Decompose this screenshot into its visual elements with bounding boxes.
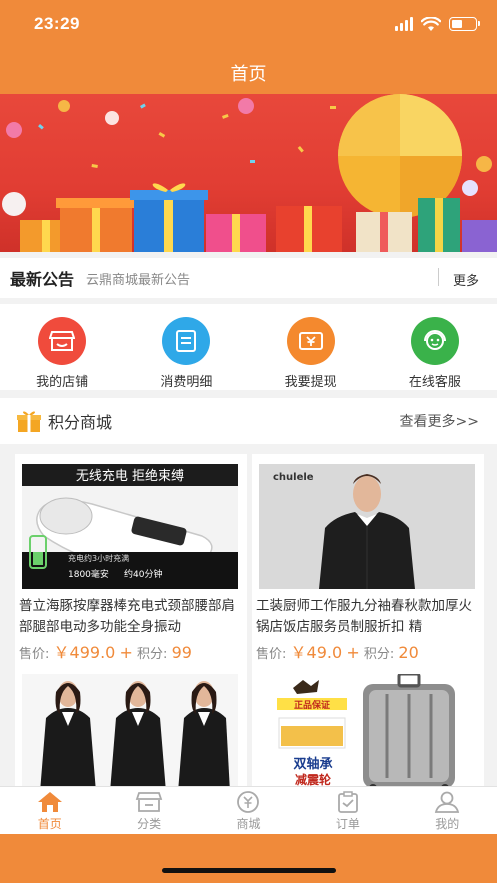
tab-category[interactable]: 分类 — [99, 787, 198, 834]
points-label: 积分: — [363, 647, 395, 662]
spending-details-button[interactable]: 消费明细 — [124, 304, 248, 390]
quick-actions: 我的店铺 消费明细 我要提现 在线客服 — [0, 304, 497, 390]
product-price-row: 售价: ￥49.0 + 积分: 20 — [256, 639, 419, 663]
mall-icon — [237, 791, 260, 813]
wifi-icon — [421, 16, 441, 31]
withdraw-button[interactable]: 我要提现 — [249, 304, 373, 390]
list-icon — [162, 317, 211, 365]
quick-action-label: 消费明细 — [160, 375, 213, 390]
page-title: 首页 — [230, 64, 267, 85]
product-image[interactable]: chulele — [259, 464, 475, 589]
order-icon — [337, 791, 358, 813]
points-label: 积分: — [137, 647, 168, 662]
product-card[interactable]: 正品保证 双轴承 减震轮 — [252, 664, 484, 786]
product-image[interactable]: 正品保证 双轴承 减震轮 — [259, 674, 475, 786]
product-card[interactable] — [15, 664, 247, 786]
category-icon — [135, 792, 163, 812]
my-store-button[interactable]: 我的店铺 — [0, 304, 124, 390]
announcement-bar: 最新公告 云鼎商城最新公告 更多 — [0, 258, 497, 298]
tab-bar: 首页 分类 商城 订单 我的 — [0, 786, 497, 834]
tab-label: 订单 — [335, 817, 360, 831]
brand-logo-text: chulele — [273, 472, 314, 483]
section-title: 积分商城 — [48, 413, 113, 432]
service-icon — [410, 317, 459, 365]
store-icon — [38, 317, 87, 365]
gift-boxes-illustration — [2, 94, 497, 252]
price-label: 售价: — [19, 647, 50, 662]
announcement-more-link[interactable]: 更多 — [453, 270, 479, 289]
product-image-caption: 约40分钟 — [124, 568, 162, 580]
plus-sign: + — [119, 643, 133, 662]
cellular-signal-icon — [395, 17, 413, 31]
plus-sign: + — [346, 643, 360, 662]
announcement-label: 最新公告 — [10, 270, 75, 289]
status-bar: 23:29 — [0, 0, 497, 52]
tab-home[interactable]: 首页 — [0, 787, 99, 834]
product-image[interactable] — [22, 674, 238, 786]
tab-label: 首页 — [37, 817, 62, 831]
withdraw-icon — [286, 317, 335, 365]
price-label: 售价: — [256, 647, 287, 662]
tab-label: 我的 — [435, 817, 460, 831]
quick-action-label: 我要提现 — [284, 375, 337, 390]
product-image-caption: 减震轮 — [295, 772, 332, 786]
product-price-row: 售价: ￥499.0 + 积分: 99 — [19, 639, 192, 663]
status-time: 23:29 — [34, 14, 80, 33]
product-image[interactable]: 无线充电 拒绝束缚 充电约3小时充满 1800毫安 约40分钟 — [22, 464, 238, 589]
quick-action-label: 在线客服 — [408, 375, 461, 390]
product-image-caption: 充电约3小时充满 — [68, 553, 129, 563]
product-grid: 无线充电 拒绝束缚 充电约3小时充满 1800毫安 约40分钟 普立海豚按摩器棒… — [0, 444, 497, 786]
tab-label: 分类 — [137, 817, 162, 831]
product-points: 99 — [171, 643, 192, 662]
customer-service-button[interactable]: 在线客服 — [373, 304, 497, 390]
profile-icon — [435, 791, 460, 813]
product-image-caption: 1800毫安 — [68, 568, 109, 580]
product-price: ￥499.0 — [53, 643, 116, 662]
announcement-divider — [438, 268, 439, 286]
announcement-text[interactable]: 云鼎商城最新公告 — [86, 269, 190, 288]
promo-banner[interactable] — [0, 94, 497, 252]
points-mall-header: 积分商城 查看更多>> — [0, 398, 497, 444]
quick-action-label: 我的店铺 — [36, 375, 89, 390]
product-name: 普立海豚按摩器棒充电式颈部腰部肩部腿部电动多功能全身振动 — [19, 598, 235, 635]
tab-profile[interactable]: 我的 — [398, 787, 497, 834]
product-image-caption: 双轴承 — [293, 756, 332, 772]
tab-label: 商城 — [236, 817, 261, 831]
home-icon — [37, 792, 62, 812]
product-points: 20 — [398, 643, 419, 662]
bottom-safe-area — [0, 834, 497, 883]
tab-mall[interactable]: 商城 — [199, 787, 298, 834]
product-card[interactable]: chulele 工装厨师工作服九分袖春秋款加厚火锅店饭店服务员制服折扣 精 售价… — [252, 454, 484, 666]
status-icons — [395, 15, 480, 33]
gift-icon — [17, 411, 41, 432]
tab-orders[interactable]: 订单 — [298, 787, 397, 834]
product-price: ￥49.0 — [290, 643, 343, 662]
battery-icon — [449, 17, 480, 31]
product-name: 工装厨师工作服九分袖春秋款加厚火锅店饭店服务员制服折扣 精 — [256, 598, 472, 635]
product-image-caption: 无线充电 拒绝束缚 — [76, 468, 184, 484]
product-image-caption: 正品保证 — [294, 699, 330, 711]
product-card[interactable]: 无线充电 拒绝束缚 充电约3小时充满 1800毫安 约40分钟 普立海豚按摩器棒… — [15, 454, 247, 666]
nav-bar: 首页 — [0, 52, 497, 94]
home-indicator[interactable] — [162, 868, 336, 873]
view-more-link[interactable]: 查看更多>> — [400, 411, 479, 431]
